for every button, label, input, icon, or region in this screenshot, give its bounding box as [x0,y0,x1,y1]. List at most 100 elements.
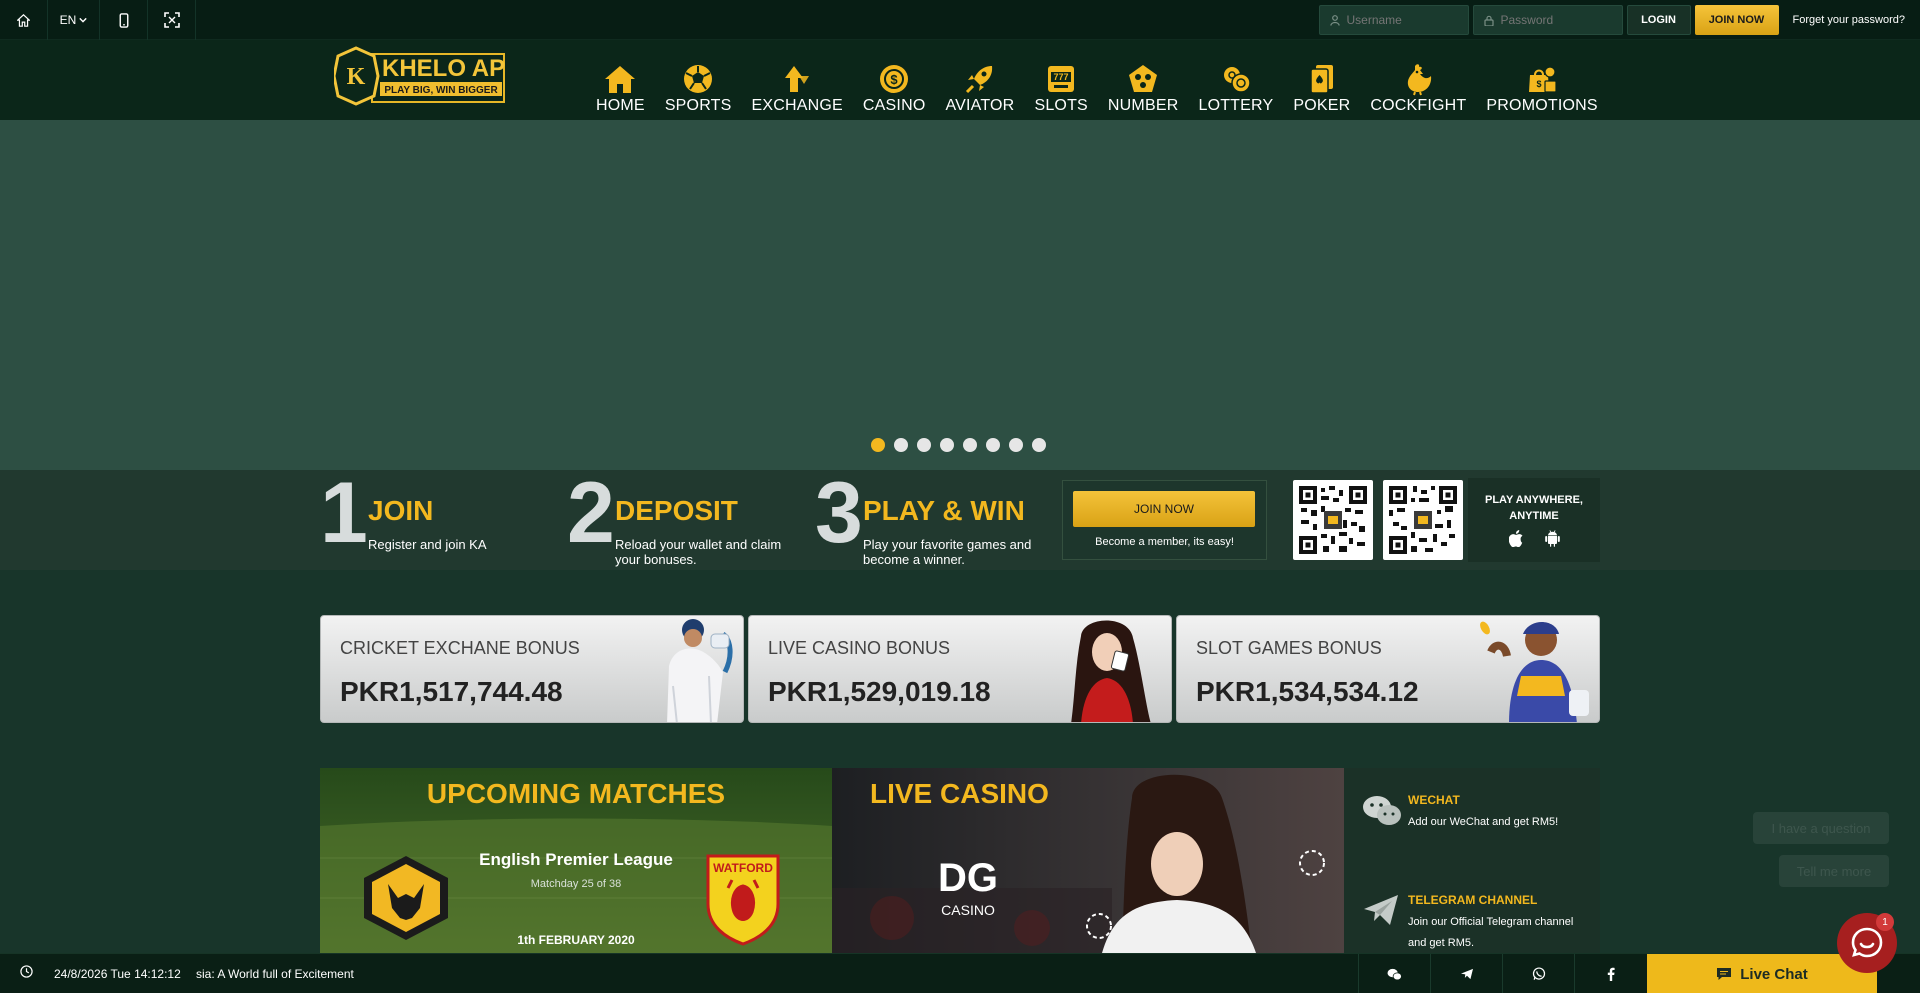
nav-lottery[interactable]: LOTTERY [1198,62,1273,115]
language-label: EN [59,13,77,27]
chat-icon [1717,968,1732,980]
how-it-works: 1 JOIN Register and join KA 2 DEPOSIT Re… [0,470,1920,570]
bottom-bar: 24/8/2026 Tue 14:12:12 sia: A World full… [0,953,1920,993]
carousel-dot[interactable] [1009,438,1023,452]
wechat-item[interactable]: WECHAT Add our WeChat and get RM5! [1362,793,1558,834]
announcement-marquee: sia: A World full of Excitement [196,967,354,981]
chevron-down-icon [79,17,88,23]
step-description: Play your favorite games and become a wi… [863,537,1032,567]
carousel-dots [871,438,1055,452]
rocket-icon [963,62,997,96]
step-description: Reload your wallet and claim your bonuse… [615,537,782,567]
lock-icon [1483,15,1494,26]
home-icon [603,62,637,96]
whatsapp-icon [1532,967,1545,980]
bonus-card-live-casino[interactable]: LIVE CASINO BONUS PKR1,529,019.18 [748,615,1172,723]
nav-label-home: HOME [596,97,645,114]
nav-label-poker: POKER [1293,97,1351,114]
carousel-dot[interactable] [1032,438,1046,452]
hero-banner[interactable] [0,120,1920,470]
carousel-dot[interactable] [986,438,1000,452]
cricket-player-image [667,619,733,722]
chat-suggestion-chip[interactable]: Tell me more [1779,855,1889,887]
nav-home[interactable]: HOME [596,62,645,115]
play-anywhere-box: PLAY ANYWHERE, ANYTIME [1468,478,1600,562]
join-now-button[interactable]: JOIN NOW [1694,5,1779,35]
live-casino-panel[interactable]: LIVE CASINO DG CASINO [832,768,1344,953]
nav-poker[interactable]: POKER [1293,62,1350,115]
nav-casino[interactable]: $ CASINO [863,62,926,115]
step-number: 3 [815,465,863,561]
username-input[interactable] [1346,13,1457,27]
forgot-password-link[interactable]: Forget your password? [1793,14,1906,26]
password-field[interactable] [1472,5,1623,35]
top-bar: EN LOGIN JOIN NOW Forget your password? [0,0,1920,40]
nav-number[interactable]: NUMBER [1108,62,1179,115]
join-now-cta[interactable]: JOIN NOW [1073,491,1255,527]
nav-promotions[interactable]: $ PROMOTIONS [1486,62,1598,115]
social-title: WECHAT [1408,793,1460,807]
mobile-phone-icon [119,12,128,28]
khelo-ap-logo: K KHELO AP PLAY BIG, WIN BIGGER [332,46,505,106]
telegram-icon [1460,968,1473,980]
bonus-card-slot-games[interactable]: SLOT GAMES BONUS PKR1,534,534.12 [1176,615,1600,723]
step-title: JOIN [368,495,434,526]
main-nav: HOME SPORTS EXCHANGE $ CASINO AVIATOR 77… [596,62,1618,115]
carousel-dot[interactable] [940,438,954,452]
nav-slots[interactable]: 777 SLOTS [1034,62,1088,115]
social-description: Add our WeChat and get RM5! [1408,816,1559,828]
apple-icon[interactable] [1508,530,1523,552]
wechat-icon [1387,968,1402,980]
telegram-item[interactable]: TELEGRAM CHANNEL Join our Official Teleg… [1362,893,1573,949]
carousel-dot[interactable] [894,438,908,452]
carousel-dot[interactable] [963,438,977,452]
svg-text:777: 777 [1054,72,1069,82]
step-description: Register and join KA [368,537,487,552]
watford-crest-text: WATFORD [713,861,773,875]
facebook-link[interactable] [1574,954,1646,993]
nav-cockfight[interactable]: COCKFIGHT [1370,62,1466,115]
android-qr-code[interactable] [1383,480,1463,560]
logo-tagline: PLAY BIG, WIN BIGGER [384,85,498,96]
login-button[interactable]: LOGIN [1626,5,1691,35]
bottom-social-links [1358,954,1646,993]
step-title: PLAY & WIN [863,495,1025,526]
user-icon [1329,14,1340,26]
language-select[interactable]: EN [48,0,100,40]
soccer-ball-icon [681,62,715,96]
facebook-icon [1607,967,1615,981]
site-logo[interactable]: K KHELO AP PLAY BIG, WIN BIGGER [332,46,506,106]
carousel-dot[interactable] [871,438,885,452]
bonus-card-cricket[interactable]: CRICKET EXCHANE BONUS PKR1,517,744.48 [320,615,744,723]
wechat-link[interactable] [1358,954,1430,993]
nav-exchange[interactable]: EXCHANGE [752,62,843,115]
nav-aviator[interactable]: AVIATOR [945,62,1014,115]
fullscreen-button[interactable] [148,0,196,40]
play-anywhere-text: PLAY ANYWHERE, ANYTIME [1484,494,1583,522]
whatsapp-link[interactable] [1502,954,1574,993]
telegram-link[interactable] [1430,954,1502,993]
password-input[interactable] [1500,13,1611,27]
mobile-app-button[interactable] [100,0,148,40]
upcoming-matches-panel[interactable]: UPCOMING MATCHES English Premier League … [320,768,832,953]
android-icon[interactable] [1544,530,1560,552]
watford-crest-icon: WATFORD [706,854,780,946]
carousel-dot[interactable] [917,438,931,452]
bonus-title: CRICKET EXCHANE BONUS [340,638,580,658]
live-casino-title: LIVE CASINO [870,778,1049,809]
telegram-icon [1364,895,1398,925]
casino-dealer-image [1071,620,1151,722]
nav-label-number: NUMBER [1107,97,1179,114]
provider-subtitle: CASINO [941,902,995,918]
home-button[interactable] [0,0,48,40]
ios-qr-code[interactable] [1293,480,1373,560]
chat-suggestion-chip[interactable]: I have a question [1753,812,1889,844]
join-box: JOIN NOW Become a member, its easy! [1062,480,1267,560]
nav-sports[interactable]: SPORTS [665,62,732,115]
svg-text:K: K [347,64,366,90]
nav-label-promotions: PROMOTIONS [1486,97,1598,114]
bonus-title: LIVE CASINO BONUS [768,638,951,658]
logo-wordmark: KHELO AP [382,55,505,82]
upcoming-matches-title: UPCOMING MATCHES [426,778,726,809]
username-field[interactable] [1318,5,1469,35]
